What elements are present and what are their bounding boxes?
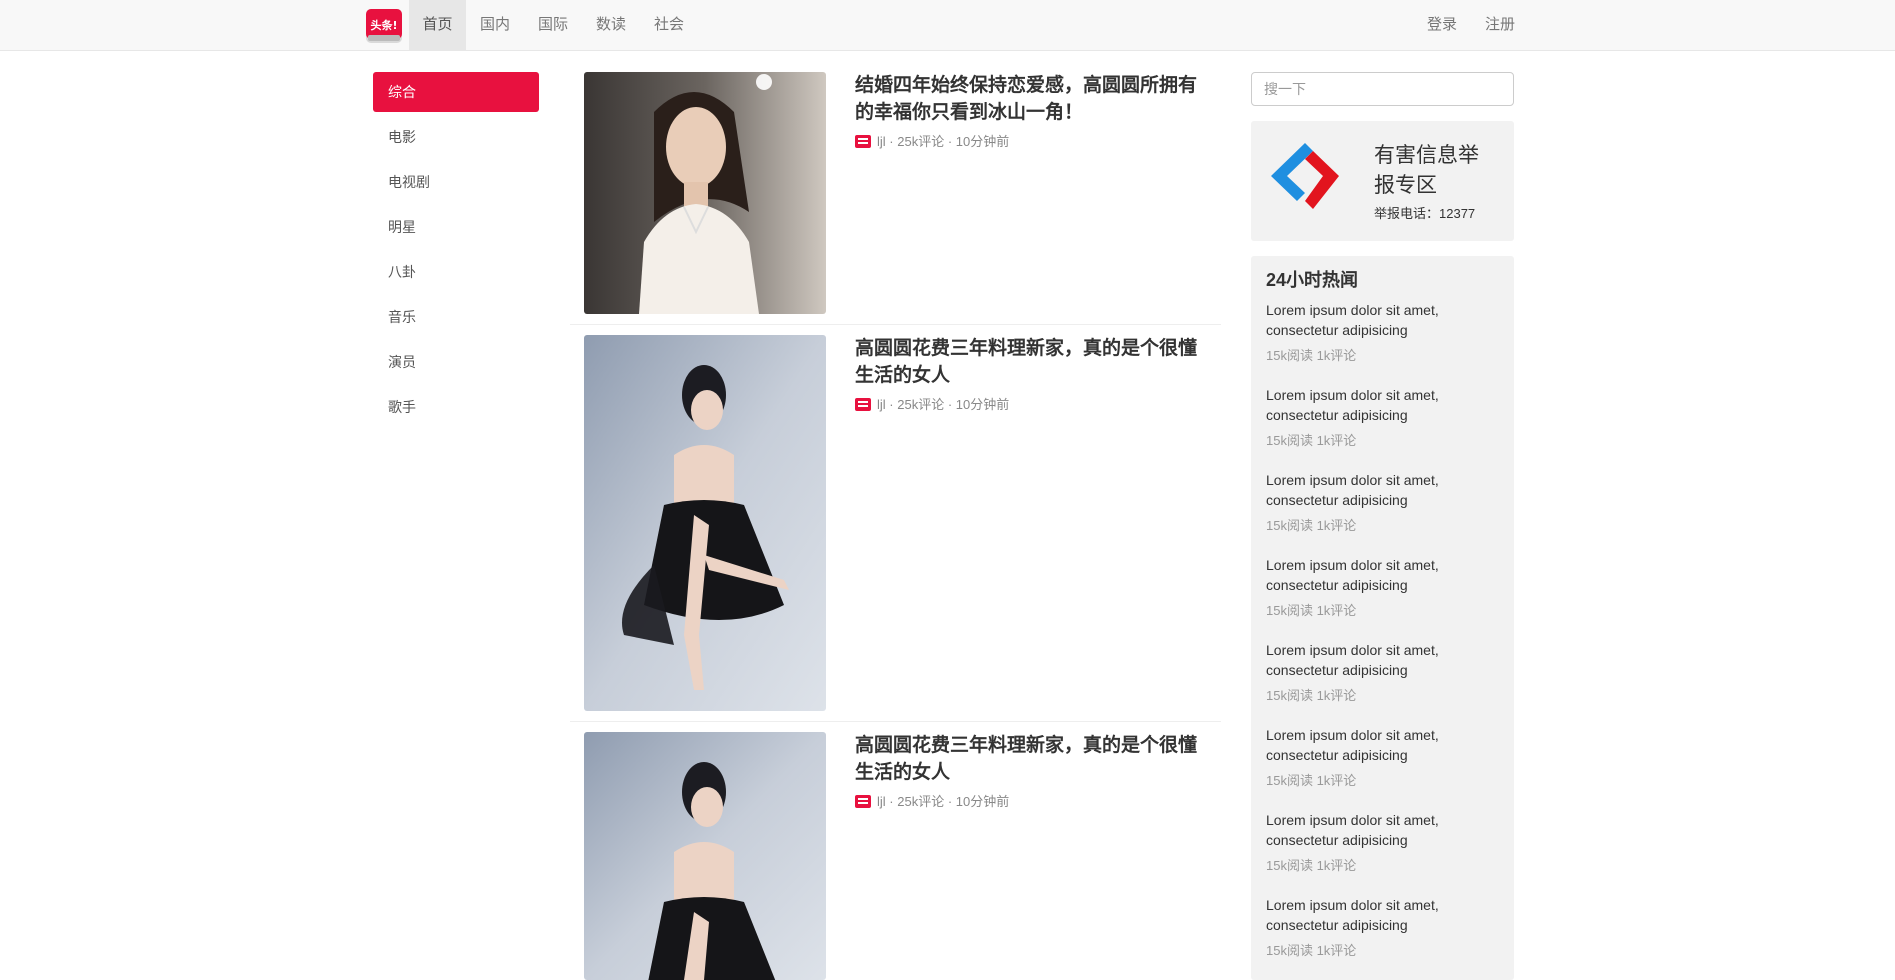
article-card[interactable]: 高圆圆花费三年料理新家，真的是个很懂生活的女人 ljl · 25k评论 · 10… [570,335,1221,721]
article-title[interactable]: 结婚四年始终保持恋爱感，高圆圆所拥有的幸福你只看到冰山一角！ [855,72,1215,126]
sidebar-item-star[interactable]: 明星 [373,207,539,247]
report-banner[interactable]: 有害信息举报专区 举报电话：12377 [1251,121,1514,241]
nav-item-data[interactable]: 数读 [582,0,640,50]
sidebar-item-singer[interactable]: 歌手 [373,387,539,427]
article-comments: 25k评论 [897,397,945,412]
sidebar-item-movie[interactable]: 电影 [373,117,539,157]
article-thumbnail[interactable] [584,335,826,711]
article-divider [570,324,1221,325]
article-card[interactable]: 结婚四年始终保持恋爱感，高圆圆所拥有的幸福你只看到冰山一角！ ljl · 25k… [570,72,1221,324]
article-time: 10分钟前 [955,134,1010,149]
hot-news-meta: 15k阅读 1k评论 [1266,603,1357,618]
sidebar-item-all[interactable]: 综合 [373,72,539,112]
hot-news-item[interactable]: Lorem ipsum dolor sit amet, consectetur … [1266,470,1506,534]
article-meta: ljl · 25k评论 · 10分钟前 [855,133,1009,151]
hot-news-meta: 15k阅读 1k评论 [1266,858,1357,873]
report-logo-icon [1271,143,1339,209]
nav-item-society[interactable]: 社会 [640,0,698,50]
top-navbar: 头条! 首页 国内 国际 数读 社会 登录 注册 [0,0,1895,51]
login-link[interactable]: 登录 [1427,0,1457,50]
hot-news-panel: 24小时热闻 Lorem ipsum dolor sit amet, conse… [1251,256,1514,980]
hot-news-text[interactable]: Lorem ipsum dolor sit amet, consectetur … [1266,555,1506,595]
news-source-icon [855,135,871,148]
sidebar-item-tv[interactable]: 电视剧 [373,162,539,202]
hot-news-meta: 15k阅读 1k评论 [1266,518,1357,533]
report-title: 有害信息举报专区 [1374,144,1479,197]
hot-news-meta: 15k阅读 1k评论 [1266,433,1357,448]
logo-text: 头条! [370,18,397,32]
article-author[interactable]: ljl [877,794,886,809]
article-title[interactable]: 高圆圆花费三年料理新家，真的是个很懂生活的女人 [855,732,1215,786]
hot-news-text[interactable]: Lorem ipsum dolor sit amet, consectetur … [1266,300,1506,340]
article-comments: 25k评论 [897,794,945,809]
article-divider [570,721,1221,722]
nav-item-international[interactable]: 国际 [524,0,582,50]
sidebar-item-gossip[interactable]: 八卦 [373,252,539,292]
article-card[interactable]: 高圆圆花费三年料理新家，真的是个很懂生活的女人 ljl · 25k评论 · 10… [570,732,1221,980]
news-source-icon [855,795,871,808]
hot-news-text[interactable]: Lorem ipsum dolor sit amet, consectetur … [1266,895,1506,935]
article-meta: ljl · 25k评论 · 10分钟前 [855,396,1009,414]
hot-news-item[interactable]: Lorem ipsum dolor sit amet, consectetur … [1266,640,1506,704]
article-time: 10分钟前 [955,397,1010,412]
article-title[interactable]: 高圆圆花费三年料理新家，真的是个很懂生活的女人 [855,335,1215,389]
nav-item-domestic[interactable]: 国内 [466,0,524,50]
hot-news-item[interactable]: Lorem ipsum dolor sit amet, consectetur … [1266,300,1506,364]
article-author[interactable]: ljl [877,397,886,412]
hot-news-item[interactable]: Lorem ipsum dolor sit amet, consectetur … [1266,385,1506,449]
hot-news-meta: 15k阅读 1k评论 [1266,773,1357,788]
hot-news-text[interactable]: Lorem ipsum dolor sit amet, consectetur … [1266,385,1506,425]
report-phone: 举报电话：12377 [1374,206,1476,221]
article-author[interactable]: ljl [877,134,886,149]
sidebar-item-music[interactable]: 音乐 [373,297,539,337]
article-time: 10分钟前 [955,794,1010,809]
news-source-icon [855,398,871,411]
search-input[interactable] [1251,72,1514,106]
hot-news-meta: 15k阅读 1k评论 [1266,688,1357,703]
hot-news-text[interactable]: Lorem ipsum dolor sit amet, consectetur … [1266,470,1506,510]
sidebar-item-actor[interactable]: 演员 [373,342,539,382]
toutiao-logo[interactable]: 头条! [364,6,404,46]
hot-news-text[interactable]: Lorem ipsum dolor sit amet, consectetur … [1266,725,1506,765]
hot-news-item[interactable]: Lorem ipsum dolor sit amet, consectetur … [1266,810,1506,874]
hot-news-text[interactable]: Lorem ipsum dolor sit amet, consectetur … [1266,810,1506,850]
hot-news-text[interactable]: Lorem ipsum dolor sit amet, consectetur … [1266,640,1506,680]
register-link[interactable]: 注册 [1485,0,1515,50]
hot-news-meta: 15k阅读 1k评论 [1266,943,1357,958]
article-meta: ljl · 25k评论 · 10分钟前 [855,793,1009,811]
hot-news-meta: 15k阅读 1k评论 [1266,348,1357,363]
nav-item-home[interactable]: 首页 [409,0,466,50]
article-comments: 25k评论 [897,134,945,149]
hot-news-item[interactable]: Lorem ipsum dolor sit amet, consectetur … [1266,555,1506,619]
hot-news-item[interactable]: Lorem ipsum dolor sit amet, consectetur … [1266,725,1506,789]
hot-news-item[interactable]: Lorem ipsum dolor sit amet, consectetur … [1266,895,1506,959]
hot-news-title: 24小时热闻 [1266,270,1359,290]
article-thumbnail[interactable] [584,72,826,314]
article-thumbnail[interactable] [584,732,826,980]
